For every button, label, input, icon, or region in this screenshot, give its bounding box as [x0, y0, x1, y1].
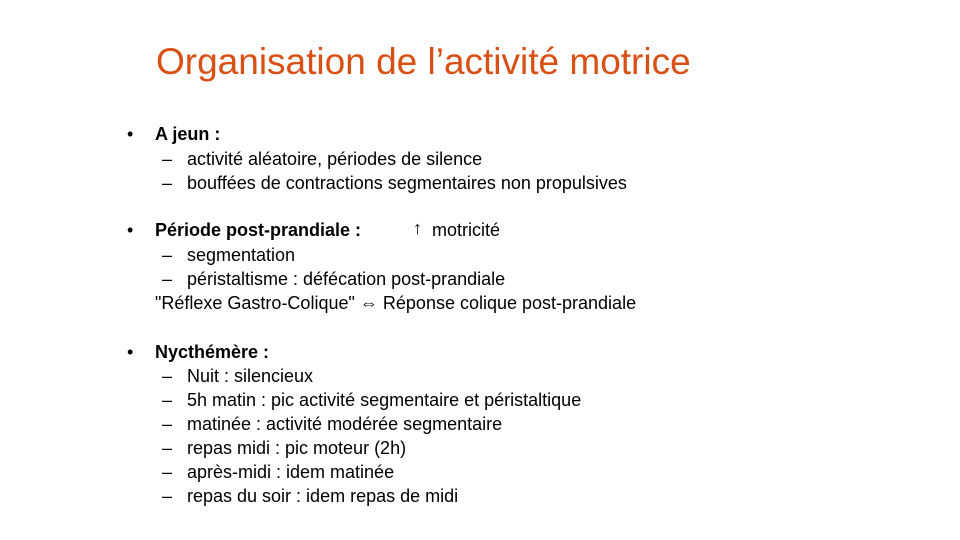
- section-heading-post-prandiale: Période post-prandiale :: [155, 220, 362, 240]
- list-item: matinée : activité modérée segmentaire: [187, 414, 503, 434]
- section-heading-a-jeun: A jeun :: [155, 124, 221, 144]
- list-item: repas midi : pic moteur (2h): [187, 438, 407, 458]
- dash-icon: –: [162, 438, 173, 458]
- dash-icon: –: [162, 486, 173, 506]
- double-arrow-icon: ⇔: [359, 293, 378, 313]
- reflex-note-left: "Réflexe Gastro-Colique": [155, 293, 355, 313]
- section-heading-nycthemere: Nycthémère :: [155, 342, 270, 362]
- dash-icon: –: [162, 414, 173, 434]
- bullet-icon: •: [127, 342, 134, 362]
- list-item: repas du soir : idem repas de midi: [187, 486, 459, 506]
- bullet-icon: •: [127, 124, 134, 144]
- list-item: segmentation: [187, 245, 296, 265]
- list-item: activité aléatoire, périodes de silence: [187, 149, 483, 169]
- heading-note: motricité: [432, 220, 501, 240]
- list-item: après-midi : idem matinée: [187, 462, 395, 482]
- bullet-icon: •: [127, 220, 134, 240]
- arrow-up-icon: ↑: [413, 218, 422, 238]
- dash-icon: –: [162, 173, 173, 193]
- slide: Organisation de l’activité motrice • A j…: [0, 0, 960, 540]
- list-item: Nuit : silencieux: [187, 366, 314, 386]
- dash-icon: –: [162, 269, 173, 289]
- reflex-note: "Réflexe Gastro-Colique" ⇔ Réponse coliq…: [155, 291, 636, 315]
- list-item: 5h matin : pic activité segmentaire et p…: [187, 390, 582, 410]
- dash-icon: –: [162, 149, 173, 169]
- dash-icon: –: [162, 366, 173, 386]
- reflex-note-right: Réponse colique post-prandiale: [382, 293, 637, 313]
- list-item: péristaltisme : défécation post-prandial…: [187, 269, 506, 289]
- list-item: bouffées de contractions segmentaires no…: [187, 173, 627, 193]
- slide-body: • A jeun : – activité aléatoire, période…: [0, 0, 960, 540]
- dash-icon: –: [162, 390, 173, 410]
- dash-icon: –: [162, 462, 173, 482]
- dash-icon: –: [162, 245, 173, 265]
